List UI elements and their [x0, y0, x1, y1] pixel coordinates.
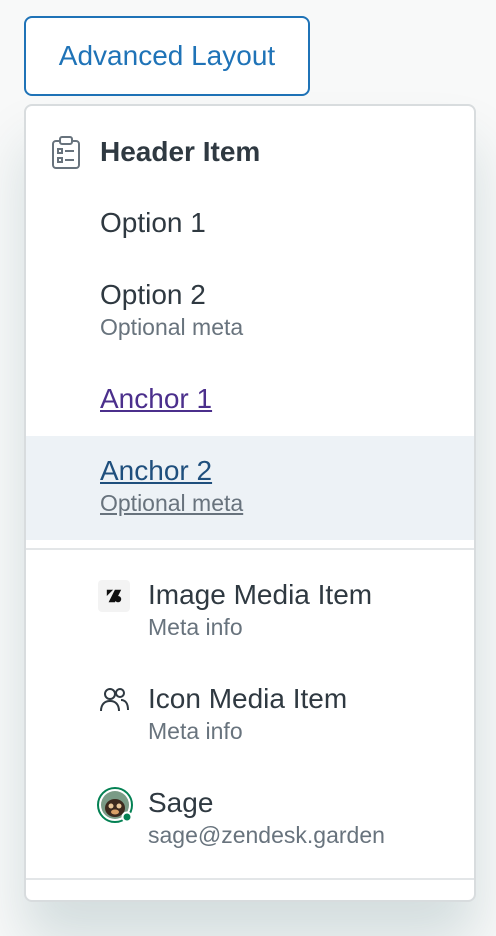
dropdown-menu: Header Item Option 1 Option 2 Optional m… — [24, 104, 476, 902]
advanced-layout-button[interactable]: Advanced Layout — [24, 16, 310, 96]
menu-separator — [26, 878, 474, 880]
online-status-dot — [121, 811, 133, 823]
option-label: Option 1 — [100, 207, 206, 238]
anchor-label[interactable]: Anchor 2 — [100, 454, 474, 488]
menu-header-item: Header Item — [26, 124, 474, 180]
menu-anchor-2[interactable]: Anchor 2 Optional meta — [26, 436, 474, 540]
media-label: Sage — [148, 787, 214, 818]
menu-header-label: Header Item — [100, 136, 261, 167]
clipboard-list-icon — [52, 136, 80, 169]
option-meta: Optional meta — [100, 314, 244, 340]
user-media-item[interactable]: Sage sage@zendesk.garden — [26, 786, 474, 866]
menu-option-1[interactable]: Option 1 — [26, 206, 474, 252]
media-meta: sage@zendesk.garden — [148, 822, 385, 848]
media-label: Icon Media Item — [148, 683, 348, 714]
option-label: Option 2 — [100, 279, 206, 310]
anchor-meta: Optional meta — [100, 490, 244, 516]
image-media-item[interactable]: Image Media Item Meta info — [26, 578, 474, 658]
media-label: Image Media Item — [148, 579, 373, 610]
icon-media-item[interactable]: Icon Media Item Meta info — [26, 682, 474, 762]
avatar — [97, 787, 133, 823]
menu-separator — [26, 548, 474, 550]
menu-option-2[interactable]: Option 2 Optional meta — [26, 278, 474, 358]
users-icon — [100, 688, 129, 712]
zendesk-logo-icon — [98, 580, 130, 612]
menu-anchor-1[interactable]: Anchor 1 — [26, 382, 474, 430]
media-meta: Meta info — [148, 718, 243, 744]
anchor-label[interactable]: Anchor 1 — [100, 382, 474, 416]
media-meta: Meta info — [148, 614, 243, 640]
